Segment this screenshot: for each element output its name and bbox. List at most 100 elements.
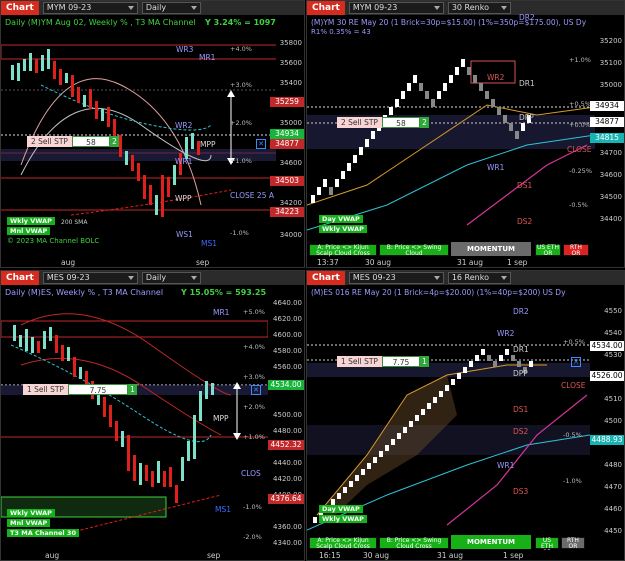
period-selector[interactable]: 16 Renko (447, 272, 511, 284)
price-axis[interactable]: 35800 35600 35400 35000 34600 34200 3400… (270, 15, 304, 257)
y-tick: 4560.00 (273, 363, 302, 371)
chart-panel-mes-daily: Chart MES 09-23 Daily Daily (M)ES, Weekl… (0, 270, 305, 561)
badge-mnl-vwap: Mnl VWAP (7, 519, 51, 527)
order-label[interactable]: 1 Sell STP (337, 356, 382, 367)
pct-label: +2.0% (230, 119, 252, 127)
pct-label: -0.25% (569, 167, 592, 175)
x-tick: sep (207, 551, 221, 560)
order-qty[interactable]: 58 (71, 136, 110, 147)
close-order-icon[interactable]: ✕ (251, 385, 261, 395)
chart-title: Daily (M)ES, Weekly % , T3 MA Channel (5, 288, 164, 297)
y-tick: 35800 (279, 39, 302, 47)
y-tick: 4500 (604, 417, 622, 425)
order-label[interactable]: 2 Sell STP (27, 136, 72, 147)
order-qty[interactable]: 7.75 (381, 356, 420, 367)
badge-mnl-vwap: Mnl VWAP (7, 227, 51, 235)
us-eth-or-button[interactable]: US ETHOR (535, 244, 561, 257)
instrument-selector[interactable]: MYM 09-23 (348, 2, 444, 14)
signal-a-button[interactable]: A: Price <> Kijun Scalp Cloud Cross (309, 244, 377, 257)
close-order-icon[interactable]: ✕ (571, 357, 581, 367)
y-tick: 4480 (604, 461, 622, 469)
time-axis[interactable]: 13:37 30 aug 31 aug 1 sep (307, 257, 624, 267)
chart-menu-button[interactable]: Chart (307, 1, 345, 15)
order-count[interactable]: 1 (127, 384, 137, 395)
time-axis[interactable]: aug sep (1, 550, 304, 560)
order-count[interactable]: 2 (419, 117, 429, 128)
y-tick: 34600 (279, 159, 302, 167)
level-ds2: DS2 (513, 427, 529, 436)
chart-toolbar: Chart MES 09-23 16 Renko (307, 271, 624, 285)
order-qty[interactable]: 7.75 (67, 384, 128, 395)
rth-or-button[interactable]: RTH OR (563, 244, 589, 257)
period-selector[interactable]: Daily (141, 2, 201, 14)
level-wr2: WR2 (487, 73, 505, 82)
sell-stop-order[interactable]: 1 Sell STP 7.75 1 (23, 384, 137, 395)
level-dpp: DPP (519, 113, 534, 122)
period-selector[interactable]: Daily (141, 272, 201, 284)
chart-title: (M)YM 30 RE May 20 (1 Brick=30p=$15.00) … (311, 18, 587, 27)
x-tick: 30 aug (365, 258, 392, 267)
order-label[interactable]: 1 Sell STP (23, 384, 68, 395)
y-tick: 4480.00 (273, 427, 302, 435)
us-eth-or-button[interactable]: US ETHOR (535, 537, 559, 556)
price-axis[interactable]: 4550 4540 4530 4510 4500 4480 4470 4460 … (590, 285, 624, 550)
price-box: 4534.00 (590, 341, 624, 351)
signal-a-button[interactable]: A: Price <> Kijun Scalp Cloud Cross (309, 537, 377, 550)
instrument-selector[interactable]: MYM 09-23 (42, 2, 138, 14)
level-ms1: MS1 (201, 239, 218, 248)
pct-label: +0.0% (569, 121, 591, 129)
watermark: © 2023 MA Channel BOLC (7, 237, 100, 245)
chart-menu-button[interactable]: Chart (1, 271, 39, 285)
instrument-selector[interactable]: MES 09-23 (42, 272, 138, 284)
pct-label: -1.0% (243, 503, 262, 511)
y-tick: 4530 (604, 351, 622, 359)
instrument-selector[interactable]: MES 09-23 (348, 272, 444, 284)
price-axis[interactable]: 4640.00 4620.00 4600.00 4580.00 4560.00 … (268, 285, 304, 550)
momentum-button[interactable]: MOMENTUM (451, 535, 531, 549)
order-count[interactable]: 2 (109, 136, 119, 147)
badge-t3-channel: T3 MA Channel 30 (7, 529, 79, 537)
y-tick: 4500.00 (273, 411, 302, 419)
chart-menu-button[interactable]: Chart (1, 1, 39, 15)
time-axis[interactable]: aug sep (1, 257, 304, 267)
last-price-box: 34934 (270, 129, 304, 139)
sell-stop-order[interactable]: 2 Sell STP 58 2 (337, 117, 429, 128)
level-close: CLOSE (561, 381, 586, 390)
pct-label: +4.0% (243, 343, 265, 351)
level-dr1: DR1 (519, 79, 535, 88)
price-axis[interactable]: 35200 35100 35000 34700 34600 34500 3440… (590, 15, 624, 257)
period-selector[interactable]: 30 Renko (447, 2, 511, 14)
price-box: 4376.64 (268, 494, 304, 504)
price-box: 34877 (270, 139, 304, 149)
chart-title: (M)ES 016 RE May 20 (1 Brick=4p=$20.00) … (311, 288, 566, 297)
close-order-icon[interactable]: ✕ (256, 139, 266, 149)
price-box: 4452.32 (268, 440, 304, 450)
pct-label: -0.5% (563, 431, 582, 439)
x-tick: 16:15 (319, 551, 341, 560)
level-ms1: MS1 (215, 505, 232, 514)
order-qty[interactable]: 58 (381, 117, 420, 128)
x-tick: sep (196, 258, 210, 267)
pct-label: +3.0% (243, 373, 265, 381)
signal-b-button[interactable]: B: Price <> Swing Cloud (379, 244, 449, 257)
rth-or-button[interactable]: RTH OR (561, 537, 585, 550)
chart-menu-button[interactable]: Chart (307, 271, 345, 285)
level-close: CLOSE 25 A (230, 191, 274, 200)
x-tick: aug (45, 551, 60, 560)
level-dr2: DR2 (513, 307, 529, 316)
signal-b-button[interactable]: B: Price <> Swing Cloud Cross (379, 537, 449, 550)
y-tick: 4340.00 (273, 539, 302, 547)
sell-stop-order[interactable]: 1 Sell STP 7.75 1 (337, 356, 429, 367)
sell-stop-order[interactable]: 2 Sell STP 58 2 (27, 136, 119, 147)
x-tick: 1 sep (507, 258, 528, 267)
y-tick: 4540 (604, 329, 622, 337)
level-mpp: MPP (213, 414, 229, 423)
order-label[interactable]: 2 Sell STP (337, 117, 382, 128)
range-stat: Y 15.05% = 593.25 (181, 288, 267, 297)
momentum-button[interactable]: MOMENTUM (451, 242, 531, 256)
order-count[interactable]: 1 (419, 356, 429, 367)
x-tick: 30 aug (363, 551, 390, 560)
time-axis[interactable]: 16:15 30 aug 31 aug 1 sep (307, 550, 624, 560)
badge-day-vwap: Day VWAP (319, 505, 363, 513)
candles (13, 325, 214, 503)
